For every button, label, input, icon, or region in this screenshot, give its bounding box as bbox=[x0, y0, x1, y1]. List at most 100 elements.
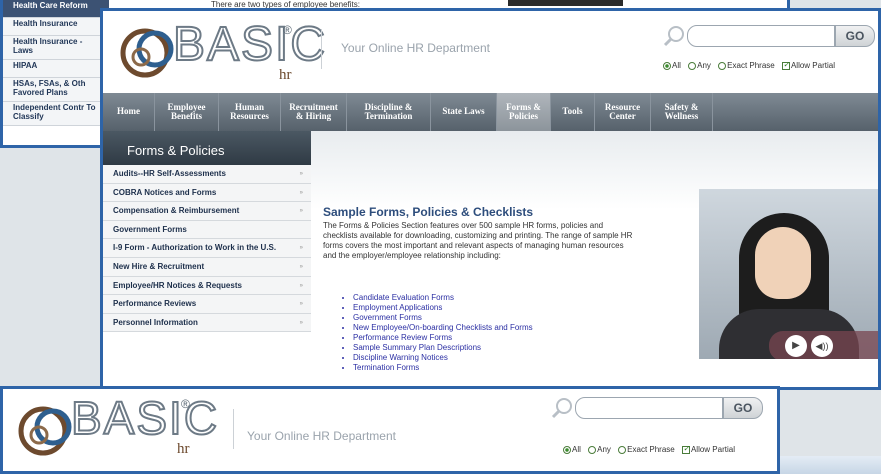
main-window: BASIC ® hr Your Online HR Department GO … bbox=[100, 8, 881, 390]
nav-discipline-termination[interactable]: Discipline & Termination bbox=[347, 93, 431, 131]
back-sidebar: Health Care Reform Health Insurance Heal… bbox=[3, 0, 109, 126]
sidebar-list: Audits--HR Self-Assessments » COBRA Notic… bbox=[103, 165, 311, 333]
sidebar-item-government-forms[interactable]: Government Forms bbox=[103, 220, 311, 240]
back-sidebar-item[interactable]: HSAs, FSAs, & Oth Favored Plans bbox=[3, 78, 109, 102]
all-radio[interactable] bbox=[563, 445, 571, 454]
exact-phrase-label: Exact Phrase bbox=[727, 61, 775, 70]
back-sidebar-item[interactable]: Independent Contr To Classify bbox=[3, 102, 109, 126]
search-options: All Any Exact Phrase Allow Partial bbox=[563, 444, 740, 454]
list-item[interactable]: Sample Summary Plan Descriptions bbox=[353, 343, 533, 353]
nav-resource-center[interactable]: Resource Center bbox=[595, 93, 651, 131]
nav-employee-benefits[interactable]: Employee Benefits bbox=[155, 93, 219, 131]
background-strip bbox=[780, 456, 881, 474]
nav-human-resources[interactable]: Human Resources bbox=[219, 93, 281, 131]
allow-partial-checkbox[interactable] bbox=[781, 60, 790, 70]
presenter-face bbox=[755, 227, 811, 299]
list-item[interactable]: Discipline Warning Notices bbox=[353, 353, 533, 363]
sidebar-item-label: I-9 Form - Authorization to Work in the … bbox=[113, 243, 277, 253]
logo-registered-mark: ® bbox=[283, 23, 292, 37]
sidebar-item-label: Government Forms bbox=[113, 224, 187, 234]
header-divider bbox=[233, 409, 234, 449]
nav-home[interactable]: Home bbox=[103, 93, 155, 131]
sidebar-item-personnel[interactable]: Personnel Information » bbox=[103, 313, 311, 333]
allow-partial-label: Allow Partial bbox=[790, 61, 835, 70]
back-video-strip bbox=[508, 0, 623, 6]
sidebar-item-notices[interactable]: Employee/HR Notices & Requests » bbox=[103, 276, 311, 296]
chevron-right-icon: » bbox=[299, 282, 303, 289]
search-area: GO bbox=[551, 395, 763, 425]
search-options: All Any Exact Phrase Allow Partial bbox=[663, 60, 840, 70]
allow-partial-label: Allow Partial bbox=[690, 445, 735, 454]
list-item[interactable]: Employment Applications bbox=[353, 303, 533, 313]
list-item[interactable]: Government Forms bbox=[353, 313, 533, 323]
volume-icon[interactable]: ◀)) bbox=[811, 335, 833, 357]
list-item[interactable]: New Employee/On-boarding Checklists and … bbox=[353, 323, 533, 333]
exact-phrase-radio[interactable] bbox=[618, 445, 627, 454]
page-content: Forms & Policies Audits--HR Self-Assessm… bbox=[103, 131, 878, 387]
sidebar-item-label: Employee/HR Notices & Requests bbox=[113, 280, 242, 290]
sidebar-item-label: COBRA Notices and Forms bbox=[113, 187, 217, 197]
any-label: Any bbox=[697, 61, 711, 70]
nav-forms-policies[interactable]: Forms & Policies bbox=[497, 93, 551, 131]
chevron-right-icon: » bbox=[299, 245, 303, 252]
sidebar-item-new-hire[interactable]: New Hire & Recruitment » bbox=[103, 257, 311, 277]
list-item[interactable]: Termination Forms bbox=[353, 363, 533, 373]
sidebar-item-label: Compensation & Reimbursement bbox=[113, 206, 240, 216]
back-sidebar-item[interactable]: Health Insurance - Laws bbox=[3, 36, 109, 60]
list-item[interactable]: Candidate Evaluation Forms bbox=[353, 293, 533, 303]
logo-swirl-icon bbox=[120, 28, 174, 78]
all-label: All bbox=[672, 61, 681, 70]
logo-registered-mark: ® bbox=[181, 397, 190, 411]
search-icon bbox=[663, 26, 684, 47]
screenshot-stage: Health Care Reform Health Insurance Heal… bbox=[0, 0, 881, 474]
search-input[interactable] bbox=[575, 397, 723, 419]
sidebar-title: Forms & Policies bbox=[103, 131, 311, 165]
sidebar-item-label: Personnel Information bbox=[113, 317, 198, 327]
exact-phrase-radio[interactable] bbox=[718, 61, 727, 70]
section-body: The Forms & Policies Section features ov… bbox=[323, 221, 633, 260]
list-item[interactable]: Performance Review Forms bbox=[353, 333, 533, 343]
section-title: Sample Forms, Policies & Checklists bbox=[323, 205, 534, 219]
sidebar-item-audits[interactable]: Audits--HR Self-Assessments » bbox=[103, 165, 311, 184]
logo-hr: hr bbox=[279, 67, 292, 83]
play-icon[interactable]: ▶ bbox=[785, 335, 807, 357]
chevron-right-icon: » bbox=[299, 189, 303, 196]
logo-text: BASIC bbox=[172, 17, 328, 72]
logo-text: BASIC bbox=[70, 391, 220, 445]
nav-tools[interactable]: Tools bbox=[551, 93, 595, 131]
tagline: Your Online HR Department bbox=[341, 41, 490, 55]
nav-recruitment-hiring[interactable]: Recruitment & Hiring bbox=[281, 93, 347, 131]
sidebar-item-cobra[interactable]: COBRA Notices and Forms » bbox=[103, 183, 311, 203]
any-label: Any bbox=[597, 445, 611, 454]
go-button[interactable]: GO bbox=[723, 397, 763, 419]
logo-hr: hr bbox=[177, 441, 190, 457]
sidebar-item-label: New Hire & Recruitment bbox=[113, 261, 205, 271]
all-radio[interactable] bbox=[663, 61, 671, 70]
logo[interactable]: BASIC ® hr bbox=[115, 17, 326, 87]
video-player[interactable]: ▶ ◀)) bbox=[699, 189, 878, 359]
logo[interactable]: BASIC ® hr bbox=[13, 391, 218, 461]
any-radio[interactable] bbox=[588, 445, 597, 454]
nav-safety-wellness[interactable]: Safety & Wellness bbox=[651, 93, 713, 131]
chevron-right-icon: » bbox=[299, 263, 303, 270]
sidebar-item-i9[interactable]: I-9 Form - Authorization to Work in the … bbox=[103, 239, 311, 258]
main-nav: Home Employee Benefits Human Resources R… bbox=[103, 93, 878, 131]
search-input[interactable] bbox=[687, 25, 835, 47]
main-panel: Sample Forms, Policies & Checklists The … bbox=[311, 131, 878, 387]
nav-state-laws[interactable]: State Laws bbox=[431, 93, 497, 131]
sidebar-item-performance[interactable]: Performance Reviews » bbox=[103, 295, 311, 314]
site-header: BASIC ® hr Your Online HR Department GO … bbox=[103, 11, 878, 93]
exact-phrase-label: Exact Phrase bbox=[627, 445, 675, 454]
back-sidebar-item[interactable]: HIPAA bbox=[3, 60, 109, 78]
any-radio[interactable] bbox=[688, 61, 697, 70]
back-sidebar-item[interactable]: Health Care Reform bbox=[3, 0, 109, 18]
tagline: Your Online HR Department bbox=[247, 429, 396, 443]
back-sidebar-item[interactable]: Health Insurance bbox=[3, 18, 109, 36]
sidebar-item-compensation[interactable]: Compensation & Reimbursement » bbox=[103, 202, 311, 221]
forms-list: Candidate Evaluation Forms Employment Ap… bbox=[343, 293, 533, 373]
all-label: All bbox=[572, 445, 581, 454]
go-button[interactable]: GO bbox=[835, 25, 875, 47]
chevron-right-icon: » bbox=[299, 208, 303, 215]
chevron-right-icon: » bbox=[299, 171, 303, 177]
allow-partial-checkbox[interactable] bbox=[681, 444, 690, 454]
